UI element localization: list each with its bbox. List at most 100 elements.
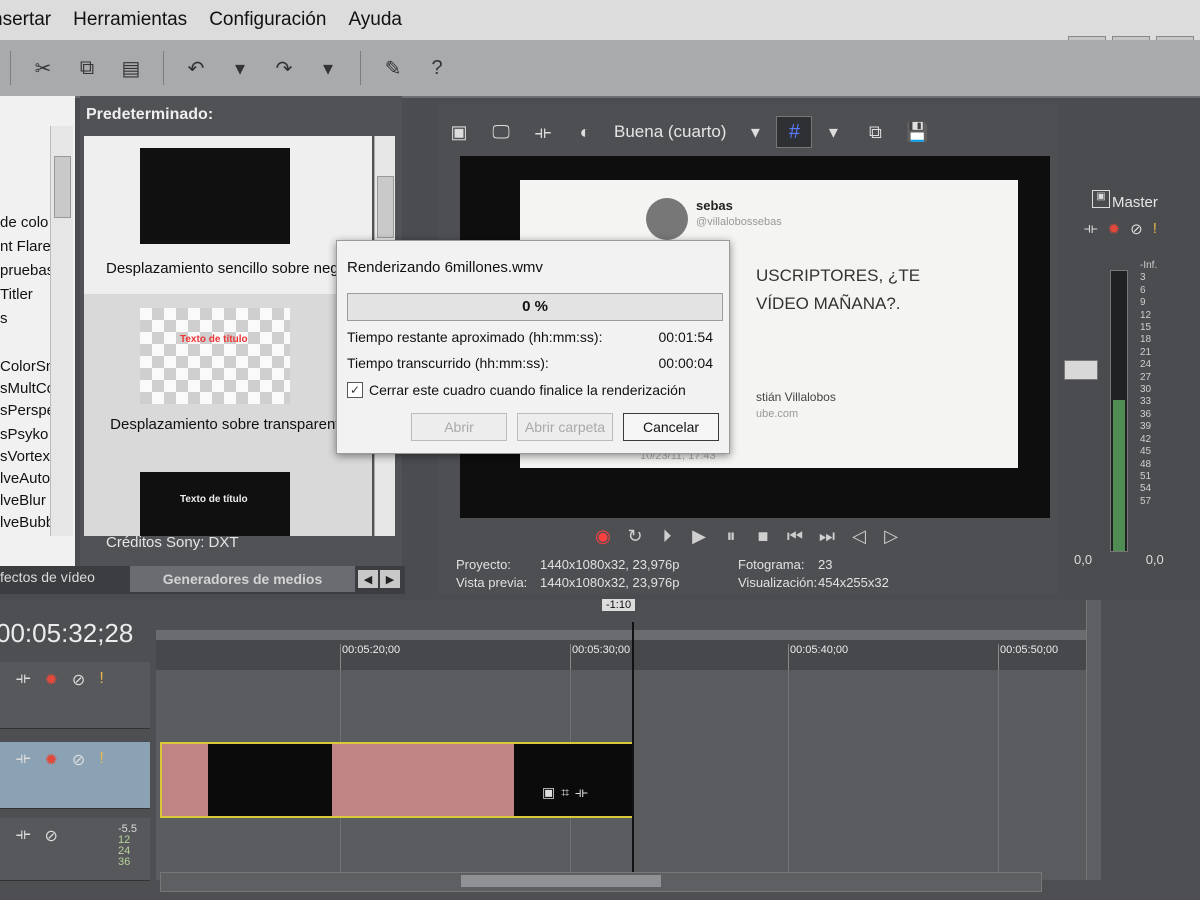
preset-item[interactable]: Desplazamiento sencillo sobre negro: [84, 136, 372, 294]
pause-icon[interactable]: ⏸: [720, 524, 742, 548]
solo-icon[interactable]: !: [99, 750, 103, 770]
preset-item[interactable]: Texto de título: [84, 454, 372, 536]
menu-ayuda[interactable]: Ayuda: [348, 9, 402, 31]
redo-dropdown-icon[interactable]: ▾: [312, 52, 344, 84]
overlay-icon[interactable]: ◐: [570, 117, 600, 147]
list-item[interactable]: pruebas: [0, 262, 54, 279]
list-item[interactable]: de colo: [0, 214, 48, 231]
render-icon[interactable]: ✎: [377, 52, 409, 84]
preview-info-left: Proyecto: 1440x1080x32, 23,976p Vista pre…: [456, 556, 680, 592]
open-folder-button[interactable]: Abrir carpeta: [517, 413, 613, 441]
go-to-start-icon[interactable]: ⏮: [784, 524, 806, 548]
audio-level-values: -5.5 12 24 36: [118, 824, 137, 868]
tab-left-icon[interactable]: ◀: [358, 570, 378, 588]
menu-insertar[interactable]: nsertar: [0, 9, 51, 31]
vegas-window: nsertar Herramientas Configuración Ayuda…: [0, 0, 1200, 900]
save-snapshot-icon[interactable]: 💾: [902, 117, 932, 147]
list-item[interactable]: sVortex: [0, 448, 50, 465]
track-header-selected[interactable]: ⟛ ✹ ⊘ !: [0, 742, 150, 809]
preset-list: Desplazamiento sencillo sobre negro Text…: [84, 136, 372, 536]
fx-gear-icon[interactable]: ✹: [1108, 220, 1121, 238]
open-button[interactable]: Abrir: [411, 413, 507, 441]
mute-icon[interactable]: ⊘: [72, 750, 85, 770]
meter-scale-tick: 6: [1140, 284, 1146, 296]
list-item[interactable]: s: [0, 310, 8, 327]
track-header[interactable]: ⟛ ✹ ⊘ !: [0, 662, 150, 729]
scroll-thumb[interactable]: [461, 875, 661, 887]
fx-gear-icon[interactable]: ✹: [45, 750, 58, 770]
playhead[interactable]: [632, 622, 634, 892]
ruler-tick-label: 00:05:20;00: [342, 644, 401, 656]
preset-item[interactable]: Texto de título Desplazamiento sobre tra…: [84, 296, 372, 454]
mute-icon[interactable]: ⊘: [45, 826, 58, 846]
timeline-vertical-scrollbar[interactable]: [1086, 600, 1101, 880]
solo-icon[interactable]: !: [99, 670, 103, 690]
stop-icon[interactable]: ■: [752, 524, 774, 548]
menu-herramientas[interactable]: Herramientas: [73, 9, 187, 31]
menu-configuracion[interactable]: Configuración: [209, 9, 326, 31]
master-fader-handle[interactable]: [1064, 360, 1098, 380]
solo-icon[interactable]: !: [1153, 220, 1157, 238]
menu-bar: nsertar Herramientas Configuración Ayuda: [0, 0, 1200, 40]
ruler-line: [340, 644, 341, 672]
thumbnail-text: Texto de título: [180, 334, 248, 345]
list-item[interactable]: lveBlur: [0, 492, 46, 509]
copy-icon[interactable]: ⧉: [71, 52, 103, 84]
remaining-label: Tiempo restante aproximado (hh:mm:ss):: [347, 329, 603, 345]
audio-track-header[interactable]: ⟛ ⊘ -5.5 12 24 36: [0, 818, 150, 881]
tweet-text: USCRIPTORES, ¿TE: [756, 266, 921, 285]
event-fx-icon[interactable]: ▣: [542, 784, 555, 801]
list-item[interactable]: Titler: [0, 286, 33, 303]
redo-icon[interactable]: ↷: [268, 52, 300, 84]
properties-icon[interactable]: ▣: [444, 117, 474, 147]
mute-icon[interactable]: ⊘: [1130, 220, 1143, 238]
cut-icon[interactable]: ✂: [27, 52, 59, 84]
scroll-thumb[interactable]: [377, 176, 394, 238]
undo-icon[interactable]: ↶: [180, 52, 212, 84]
pan-icon[interactable]: ⟛: [575, 784, 588, 801]
cancel-button[interactable]: Cancelar: [623, 413, 719, 441]
record-icon[interactable]: ◉: [592, 524, 614, 548]
paste-icon[interactable]: ▤: [115, 52, 147, 84]
video-event-clip[interactable]: ▣ ⌗ ⟛: [160, 742, 634, 818]
left-scrollbar[interactable]: [50, 126, 73, 536]
tweet-text: VÍDEO MAÑANA?.: [756, 294, 901, 313]
help-pointer-icon[interactable]: ?: [421, 52, 453, 84]
monitor-icon[interactable]: 🖵: [486, 117, 516, 147]
fx-gear-icon[interactable]: ✹: [45, 670, 58, 690]
meter-scale-tick: 45: [1140, 446, 1152, 458]
chevron-down-icon[interactable]: ▾: [740, 117, 770, 147]
go-to-end-icon[interactable]: ⏭: [816, 524, 838, 548]
crop-icon[interactable]: ⌗: [561, 784, 569, 801]
volume-icon[interactable]: ⟛: [16, 826, 31, 846]
elapsed-value: 00:00:04: [658, 355, 714, 371]
prev-frame-icon[interactable]: ◁: [848, 524, 870, 548]
volume-icon[interactable]: ⟛: [16, 750, 31, 770]
chevron-down-icon[interactable]: ▾: [818, 117, 848, 147]
undo-dropdown-icon[interactable]: ▾: [224, 52, 256, 84]
scroll-thumb[interactable]: [54, 156, 71, 218]
tab-media-generators[interactable]: Generadores de medios: [130, 566, 355, 592]
tab-right-icon[interactable]: ▶: [380, 570, 400, 588]
timeline-horizontal-scrollbar[interactable]: [160, 872, 1042, 892]
grid-line: [788, 670, 789, 880]
next-frame-icon[interactable]: ▷: [880, 524, 902, 548]
preview-quality-select[interactable]: Buena (cuarto): [614, 122, 726, 142]
mute-icon[interactable]: ⊘: [72, 670, 85, 690]
copy-snapshot-icon[interactable]: ⧉: [860, 117, 890, 147]
close-when-done-checkbox[interactable]: ✓: [347, 382, 363, 398]
close-when-done-checkbox-row[interactable]: ✓ Cerrar este cuadro cuando finalice la …: [347, 382, 686, 398]
grid-icon[interactable]: #: [776, 116, 813, 148]
split-icon[interactable]: ⟛: [528, 117, 558, 147]
tab-video-effects[interactable]: fectos de vídeo: [0, 569, 95, 585]
ruler-bar: [156, 630, 1092, 640]
toolbar-separator: [163, 51, 164, 85]
loop-icon[interactable]: ↻: [624, 524, 646, 548]
play-from-start-icon[interactable]: ⏵: [656, 524, 678, 548]
play-icon[interactable]: ▶: [688, 524, 710, 548]
timeline-ruler[interactable]: 00:05:20;00 00:05:30;00 00:05:40;00 00:0…: [156, 630, 1092, 672]
volume-icon[interactable]: ⟛: [16, 670, 31, 690]
volume-icon[interactable]: ⟛: [1084, 220, 1098, 238]
meter-scale-tick: 15: [1140, 322, 1152, 334]
list-item[interactable]: sPsyko: [0, 426, 48, 443]
